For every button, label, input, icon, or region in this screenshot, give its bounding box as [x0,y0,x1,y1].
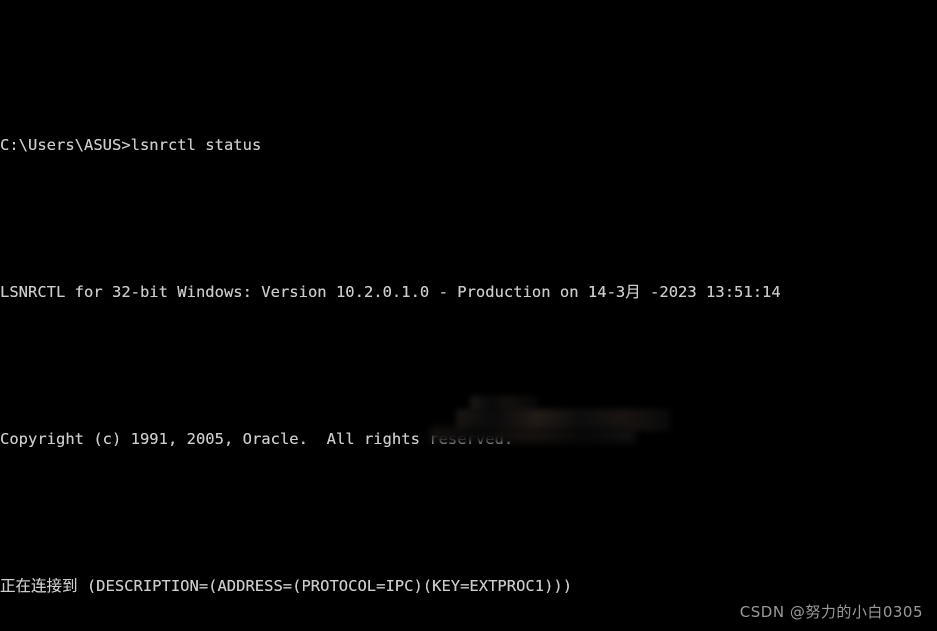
banner-copyright-line: Copyright (c) 1991, 2005, Oracle. All ri… [0,429,937,450]
blank-line [0,198,937,219]
terminal-console[interactable]: C:\Users\ASUS>lsnrctl status LSNRCTL for… [0,0,937,631]
blank-line [0,492,937,513]
blank-line [0,345,937,366]
csdn-watermark: CSDN @努力的小白0305 [740,602,923,623]
terminal-output: C:\Users\ASUS>lsnrctl status LSNRCTL for… [0,63,937,631]
connecting-line: 正在连接到 (DESCRIPTION=(ADDRESS=(PROTOCOL=IP… [0,576,937,597]
banner-version-line: LSNRCTL for 32-bit Windows: Version 10.2… [0,282,937,303]
command-prompt-line[interactable]: C:\Users\ASUS>lsnrctl status [0,135,937,156]
